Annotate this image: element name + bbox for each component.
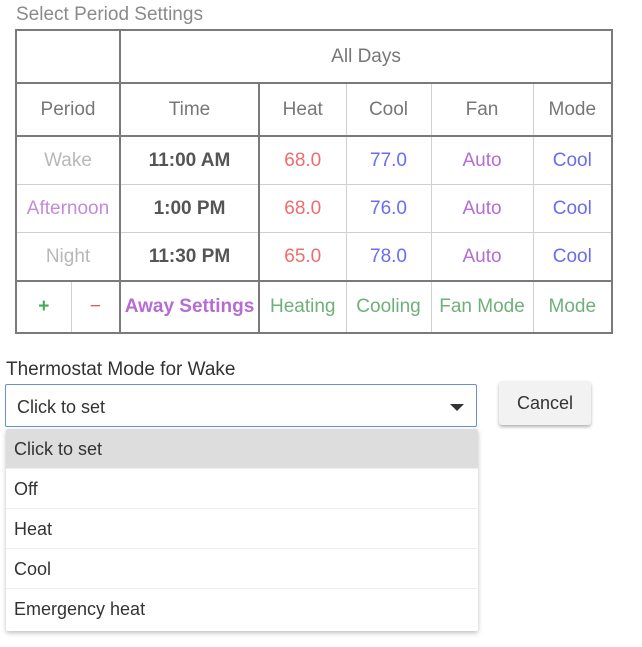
away-settings-link[interactable]: Away Settings: [120, 281, 260, 334]
caret-down-icon: [450, 404, 464, 411]
column-header-mode: Mode: [533, 83, 614, 137]
dropdown-option-click-to-set[interactable]: Click to set: [6, 429, 478, 469]
period-thermostat-mode[interactable]: Cool: [533, 232, 614, 282]
period-thermostat-mode[interactable]: Cool: [533, 184, 614, 233]
column-header-cool: Cool: [346, 83, 432, 137]
period-fan-mode[interactable]: Auto: [431, 232, 534, 282]
column-header-fan: Fan: [431, 83, 534, 137]
period-cool-setpoint[interactable]: 76.0: [346, 184, 432, 233]
cancel-button[interactable]: Cancel: [499, 381, 591, 425]
period-schedule-table: All Days Period Time Heat Cool Fan Mode …: [15, 29, 614, 334]
thermostat-mode-label: Thermostat Mode for Wake: [6, 359, 236, 380]
period-time[interactable]: 11:00 AM: [120, 136, 260, 185]
section-title: Select Period Settings: [16, 4, 203, 25]
corner-cell: [15, 29, 121, 84]
thermostat-mode-select[interactable]: Click to set: [5, 384, 477, 427]
column-header-period: Period: [15, 83, 121, 137]
column-header-time: Time: [120, 83, 260, 137]
period-time[interactable]: 1:00 PM: [120, 184, 260, 233]
period-heat-setpoint[interactable]: 68.0: [259, 136, 347, 185]
select-current-value: Click to set: [17, 397, 106, 417]
period-name-wake[interactable]: Wake: [15, 136, 121, 185]
dropdown-option-cool[interactable]: Cool: [6, 549, 478, 589]
fan-mode-settings-link[interactable]: Fan Mode: [431, 281, 534, 334]
period-thermostat-mode[interactable]: Cool: [533, 136, 614, 185]
table-row[interactable]: Wake 11:00 AM 68.0 77.0 Auto Cool: [15, 136, 614, 185]
period-heat-setpoint[interactable]: 65.0: [259, 232, 347, 282]
table-row[interactable]: Afternoon 1:00 PM 68.0 76.0 Auto Cool: [15, 184, 614, 233]
heating-settings-link[interactable]: Heating: [259, 281, 347, 334]
period-time[interactable]: 11:30 PM: [120, 232, 260, 282]
mode-settings-link[interactable]: Mode: [533, 281, 614, 334]
period-cool-setpoint[interactable]: 77.0: [346, 136, 432, 185]
dropdown-option-off[interactable]: Off: [6, 469, 478, 509]
table-row[interactable]: Night 11:30 PM 65.0 78.0 Auto Cool: [15, 232, 614, 282]
period-cool-setpoint[interactable]: 78.0: [346, 232, 432, 282]
column-header-heat: Heat: [259, 83, 347, 137]
thermostat-mode-dropdown: Click to set Off Heat Cool Emergency hea…: [6, 429, 478, 631]
period-fan-mode[interactable]: Auto: [431, 136, 534, 185]
remove-period-button[interactable]: −: [71, 281, 121, 334]
add-period-button[interactable]: +: [15, 281, 72, 334]
group-header-all-days: All Days: [120, 29, 614, 84]
period-fan-mode[interactable]: Auto: [431, 184, 534, 233]
dropdown-option-heat[interactable]: Heat: [6, 509, 478, 549]
cooling-settings-link[interactable]: Cooling: [346, 281, 432, 334]
period-name-afternoon[interactable]: Afternoon: [15, 184, 121, 233]
period-name-night[interactable]: Night: [15, 232, 121, 282]
period-heat-setpoint[interactable]: 68.0: [259, 184, 347, 233]
dropdown-option-emergency-heat[interactable]: Emergency heat: [6, 589, 478, 629]
